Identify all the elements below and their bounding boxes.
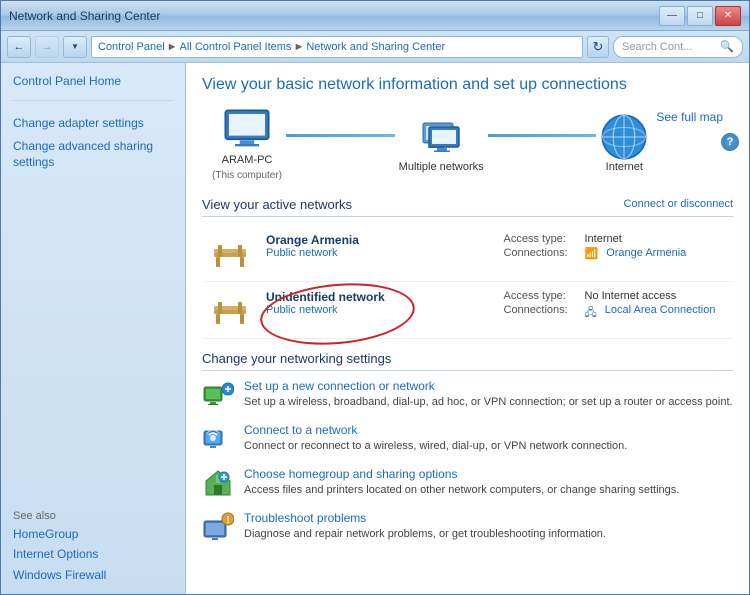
crumb-all-items[interactable]: All Control Panel Items [180, 41, 292, 53]
orange-armenia-icon [206, 233, 254, 273]
sidebar-advanced-link[interactable]: Change advanced sharing settings [13, 138, 173, 172]
unidentified-network-details: Access type: No Internet access Connecti… [504, 290, 730, 325]
orange-armenia-access: Internet [585, 233, 622, 245]
window-title: Network and Sharing Center [9, 9, 160, 23]
connect-network-text: Connect to a network Connect or reconnec… [244, 423, 733, 453]
sidebar-firewall-link[interactable]: Windows Firewall [13, 567, 173, 584]
homegroup-desc: Access files and printers located on oth… [244, 483, 733, 497]
setup-connection-title[interactable]: Set up a new connection or network [244, 379, 733, 393]
connect-network-title[interactable]: Connect to a network [244, 423, 733, 437]
help-icon[interactable]: ? [721, 133, 739, 151]
homegroup-text: Choose homegroup and sharing options Acc… [244, 467, 733, 497]
address-bar: ← → ▼ Control Panel ► All Control Panel … [1, 31, 749, 63]
unidentified-network-info: Unidentified network Public network [266, 290, 492, 316]
setup-connection-icon [202, 379, 234, 411]
connect-disconnect-link[interactable]: Connect or disconnect [624, 198, 733, 210]
crumb-control-panel[interactable]: Control Panel [98, 41, 165, 53]
setup-connection-text: Set up a new connection or network Set u… [244, 379, 733, 409]
sidebar-internet-options-link[interactable]: Internet Options [13, 546, 173, 563]
close-button[interactable]: ✕ [715, 6, 741, 26]
internet-icon [600, 117, 648, 157]
page-title: View your basic network information and … [202, 75, 733, 96]
computer-icon [223, 110, 271, 150]
network-line-1 [286, 134, 395, 137]
search-box[interactable]: Search Cont... 🔍 [613, 36, 743, 58]
network-line-2 [488, 134, 597, 137]
window-controls: — □ ✕ [659, 6, 741, 26]
internet-label: Internet [606, 161, 643, 173]
multiple-networks-icon [417, 117, 465, 157]
internet-node: Internet [600, 117, 648, 173]
dropdown-button[interactable]: ▼ [63, 36, 87, 58]
sidebar: Control Panel Home Change adapter settin… [1, 63, 186, 594]
network-diagram: ARAM-PC (This computer) [202, 110, 733, 181]
orange-armenia-name: Orange Armenia [266, 233, 492, 247]
svg-text:!: ! [226, 515, 229, 526]
orange-armenia-info: Orange Armenia Public network [266, 233, 492, 259]
title-bar: Network and Sharing Center — □ ✕ [1, 1, 749, 31]
orange-armenia-connection-link[interactable]: Orange Armenia [606, 247, 686, 260]
refresh-button[interactable]: ↻ [587, 36, 609, 58]
multiple-networks-label: Multiple networks [399, 161, 484, 173]
troubleshoot-icon: ! [202, 511, 234, 543]
homegroup-icon [202, 467, 234, 499]
wifi-icon: 📶 [585, 247, 599, 260]
troubleshoot-desc: Diagnose and repair network problems, or… [244, 527, 733, 541]
unidentified-icon [206, 290, 254, 330]
connect-network-item: Connect to a network Connect or reconnec… [202, 423, 733, 455]
see-also-section: See also HomeGroup Internet Options Wind… [13, 490, 173, 584]
forward-button[interactable]: → [35, 36, 59, 58]
active-networks-header: View your active networks Connect or dis… [202, 197, 733, 217]
see-also-title: See also [13, 510, 173, 522]
local-area-connection-link[interactable]: Local Area Connection [605, 304, 716, 323]
troubleshoot-item: ! Troubleshoot problems Diagnose and rep… [202, 511, 733, 543]
lan-icon: 🖧 [585, 304, 597, 323]
maximize-button[interactable]: □ [687, 6, 713, 26]
content-area: Control Panel Home Change adapter settin… [1, 63, 749, 594]
troubleshoot-text: Troubleshoot problems Diagnose and repai… [244, 511, 733, 541]
connect-network-icon [202, 423, 234, 455]
settings-section: Change your networking settings [202, 351, 733, 543]
main-content: ? View your basic network information an… [186, 63, 749, 594]
setup-connection-item: Set up a new connection or network Set u… [202, 379, 733, 411]
minimize-button[interactable]: — [659, 6, 685, 26]
orange-armenia-type[interactable]: Public network [266, 247, 492, 259]
troubleshoot-title[interactable]: Troubleshoot problems [244, 511, 733, 525]
homegroup-title[interactable]: Choose homegroup and sharing options [244, 467, 733, 481]
unidentified-network-type[interactable]: Public network [266, 304, 492, 316]
unidentified-access: No Internet access [585, 290, 677, 302]
orange-armenia-details: Access type: Internet Connections: 📶 Ora… [504, 233, 730, 262]
back-button[interactable]: ← [7, 36, 31, 58]
computer-label: ARAM-PC [222, 154, 273, 166]
search-icon: 🔍 [720, 40, 734, 53]
multiple-networks-node: Multiple networks [399, 117, 484, 173]
unidentified-network-card: Unidentified network Public network Acce… [202, 282, 733, 339]
main-window: Network and Sharing Center — □ ✕ ← → ▼ C… [0, 0, 750, 595]
computer-sublabel: (This computer) [212, 170, 282, 181]
sidebar-homegroup-link[interactable]: HomeGroup [13, 526, 173, 543]
computer-node: ARAM-PC (This computer) [212, 110, 282, 181]
see-full-map-link[interactable]: See full map [656, 110, 723, 124]
setup-connection-desc: Set up a wireless, broadband, dial-up, a… [244, 395, 733, 409]
sidebar-home-link[interactable]: Control Panel Home [13, 73, 173, 90]
crumb-current[interactable]: Network and Sharing Center [306, 41, 445, 53]
address-field[interactable]: Control Panel ► All Control Panel Items … [91, 36, 583, 58]
orange-armenia-card: Orange Armenia Public network Access typ… [202, 225, 733, 282]
connect-network-desc: Connect or reconnect to a wireless, wire… [244, 439, 733, 453]
sidebar-adapter-link[interactable]: Change adapter settings [13, 115, 173, 132]
search-placeholder: Search Cont... [622, 41, 692, 53]
unidentified-network-name: Unidentified network [266, 290, 492, 304]
homegroup-item: Choose homegroup and sharing options Acc… [202, 467, 733, 499]
settings-header: Change your networking settings [202, 351, 733, 371]
